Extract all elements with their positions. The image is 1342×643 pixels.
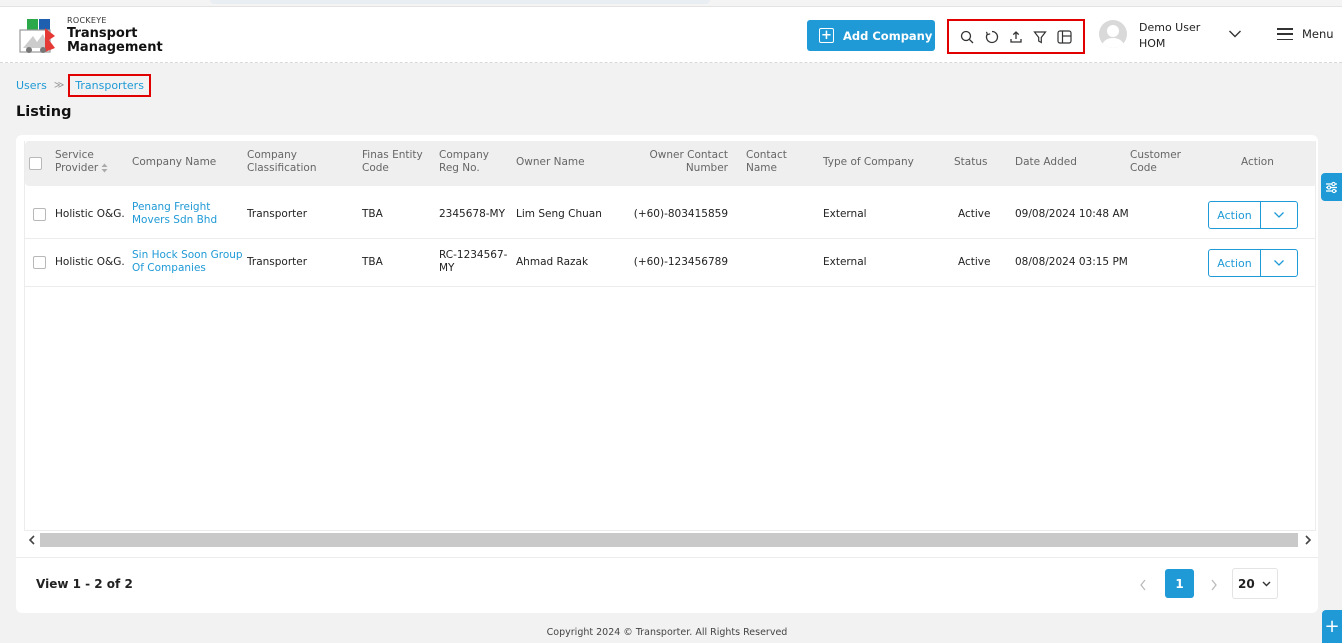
- chevron-down-icon[interactable]: [1228, 29, 1242, 39]
- chevron-down-icon: [1262, 581, 1271, 586]
- breadcrumb: Users ≫ Transporters: [16, 73, 151, 97]
- cell-company-name-link[interactable]: Penang Freight Movers Sdn Bhd: [132, 201, 217, 227]
- data-table: Service Provider Company Name Company Cla…: [24, 141, 1316, 548]
- row-checkbox[interactable]: [33, 256, 46, 269]
- header-contact-name[interactable]: Contact Name: [746, 149, 787, 175]
- header-company-reg-no[interactable]: Company Reg No.: [439, 149, 489, 175]
- menu-label: Menu: [1302, 27, 1334, 41]
- action-dropdown[interactable]: [1261, 202, 1297, 228]
- refresh-icon[interactable]: [983, 28, 1001, 46]
- table-row: Holistic O&G. Penang Freight Movers Sdn B…: [25, 191, 1315, 239]
- horizontal-scrollbar[interactable]: [24, 530, 1316, 548]
- cell-owner-contact-number: (+60)-803415859: [633, 208, 728, 220]
- scrollbar-thumb[interactable]: [40, 533, 1298, 547]
- user-role: HOM: [1139, 37, 1166, 50]
- page-button-current[interactable]: 1: [1165, 569, 1194, 598]
- cell-finas-entity-code: TBA: [362, 208, 383, 220]
- header-company-classification[interactable]: Company Classification: [247, 149, 316, 175]
- breadcrumb-users[interactable]: Users: [16, 79, 47, 92]
- header-owner-name[interactable]: Owner Name: [516, 156, 585, 169]
- cell-date-added: 09/08/2024 10:48 AM: [1015, 208, 1129, 220]
- row-checkbox[interactable]: [33, 208, 46, 221]
- header-company-name[interactable]: Company Name: [132, 156, 216, 169]
- header-customer-code[interactable]: Customer Code: [1130, 149, 1181, 175]
- view-count: View 1 - 2 of 2: [36, 577, 133, 591]
- scroll-left-icon[interactable]: [26, 534, 38, 546]
- copyright-text: Copyright 2024 © Transporter. All Rights…: [546, 627, 788, 638]
- chevron-down-icon: [1274, 260, 1284, 266]
- cell-date-added: 08/08/2024 03:15 PM: [1015, 256, 1128, 268]
- cell-type-of-company: External: [823, 208, 867, 220]
- chevron-right-icon[interactable]: [1209, 578, 1219, 592]
- cell-company-classification: Transporter: [247, 256, 308, 268]
- side-settings-tab[interactable]: [1321, 173, 1342, 201]
- search-icon[interactable]: [958, 28, 976, 46]
- brand-line1: Transport: [67, 26, 138, 41]
- page-title: Listing: [16, 104, 72, 120]
- cell-owner-name: Ahmad Razak: [516, 256, 589, 268]
- cell-type-of-company: External: [823, 256, 867, 268]
- plus-icon: +: [819, 28, 834, 43]
- cell-company-reg-no: 2345678-MY: [439, 208, 506, 220]
- columns-icon[interactable]: [1056, 28, 1074, 46]
- cell-company-classification: Transporter: [247, 208, 308, 220]
- cell-company-name-link[interactable]: Sin Hock Soon Group Of Companies: [132, 249, 243, 275]
- menu-button[interactable]: Menu: [1277, 27, 1334, 41]
- browser-strip: [0, 0, 1342, 7]
- hamburger-icon: [1277, 28, 1293, 40]
- sort-icon: [101, 163, 108, 173]
- header-finas-entity-code[interactable]: Finas Entity Code: [362, 149, 423, 175]
- listing-card: Service Provider Company Name Company Cla…: [16, 135, 1318, 613]
- header-service-provider[interactable]: Service Provider: [55, 149, 108, 175]
- header-status[interactable]: Status: [954, 156, 987, 169]
- page-size-value: 20: [1238, 576, 1255, 591]
- select-all-checkbox[interactable]: [29, 157, 42, 170]
- action-button-group: Action: [1208, 249, 1298, 277]
- chevron-left-icon[interactable]: [1138, 578, 1148, 592]
- cell-service-provider: Holistic O&G.: [55, 256, 125, 268]
- sliders-icon: [1326, 181, 1337, 193]
- cell-owner-contact-number: (+60)-123456789: [633, 256, 728, 268]
- cell-owner-name: Lim Seng Chuan: [516, 208, 602, 220]
- add-company-label: Add Company: [843, 28, 933, 43]
- app-header: ROCKEYE Transport Management + Add Compa…: [0, 7, 1342, 63]
- table-header: Service Provider Company Name Company Cla…: [25, 141, 1315, 186]
- header-type-of-company[interactable]: Type of Company: [823, 156, 914, 169]
- add-company-button[interactable]: + Add Company: [807, 20, 935, 51]
- header-action: Action: [1241, 156, 1274, 168]
- action-dropdown[interactable]: [1261, 250, 1297, 276]
- page-size-select[interactable]: 20: [1232, 568, 1278, 599]
- logo-icon: [19, 19, 55, 53]
- brand-name: ROCKEYE Transport Management: [67, 17, 163, 55]
- pagination-bar: View 1 - 2 of 2 1 20: [16, 557, 1318, 613]
- avatar[interactable]: [1099, 20, 1127, 48]
- cell-status: Active: [958, 208, 991, 220]
- cell-service-provider: Holistic O&G.: [55, 208, 125, 220]
- header-owner-contact-number[interactable]: Owner Contact Number: [633, 149, 728, 175]
- brand-line2: Management: [67, 40, 163, 55]
- brand-small: ROCKEYE: [67, 16, 107, 25]
- chevron-down-icon: [1274, 212, 1284, 218]
- user-name: Demo User: [1139, 21, 1201, 34]
- cell-status: Active: [958, 256, 991, 268]
- table-row: Holistic O&G. Sin Hock Soon Group Of Comp…: [25, 239, 1315, 287]
- action-button[interactable]: Action: [1209, 250, 1261, 276]
- action-button-group: Action: [1208, 201, 1298, 229]
- action-button[interactable]: Action: [1209, 202, 1261, 228]
- upload-icon[interactable]: [1007, 28, 1025, 46]
- header-date-added[interactable]: Date Added: [1015, 156, 1077, 169]
- chevron-right-icon: ≫: [53, 79, 65, 91]
- user-info[interactable]: Demo User HOM: [1139, 20, 1200, 52]
- cell-company-reg-no: RC-1234567- MY: [439, 249, 508, 274]
- scroll-right-icon[interactable]: [1302, 534, 1314, 546]
- breadcrumb-transporters[interactable]: Transporters: [68, 73, 151, 97]
- filter-icon[interactable]: [1031, 28, 1049, 46]
- cell-finas-entity-code: TBA: [362, 256, 383, 268]
- toolbar-icons: [947, 19, 1085, 54]
- browser-tab: [210, 0, 710, 4]
